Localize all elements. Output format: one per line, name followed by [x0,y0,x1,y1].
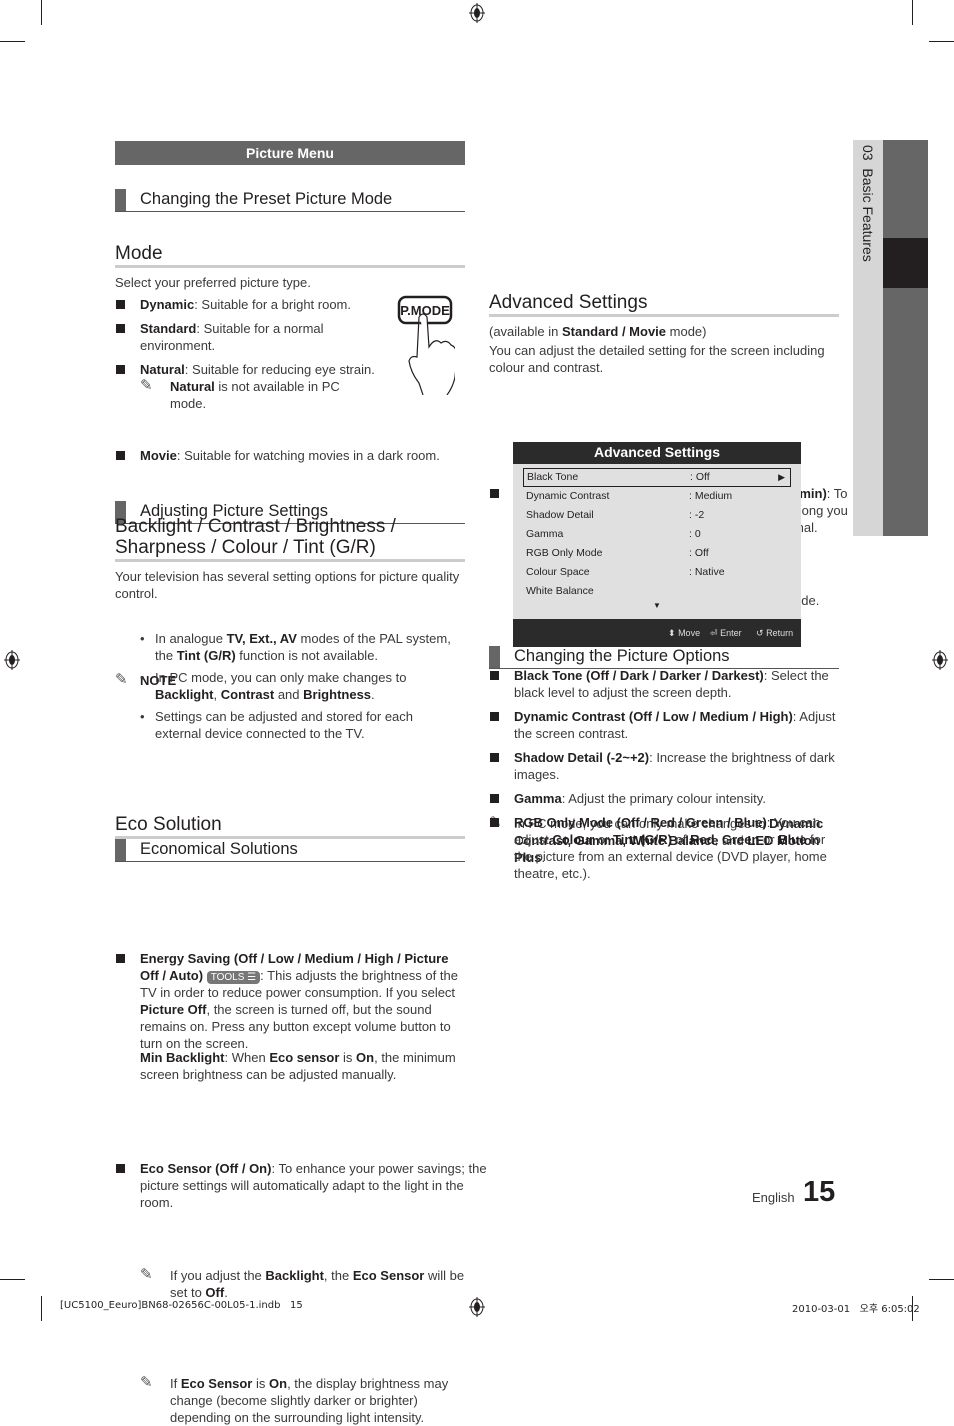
tools-button-badge: TOOLS ☰ [206,971,261,984]
arrow-right-icon: ▶ [778,472,785,482]
pencil-note-icon: ✎ [115,671,128,688]
list-item: Movie: Suitable for watching movies in a… [115,447,480,464]
move-hint: ⬍ Move [668,628,701,638]
subsection-heading: Economical Solutions [115,839,465,862]
list-item: Dynamic Contrast (Off / Low / Medium / H… [489,708,839,742]
crop-mark [41,0,42,25]
subsection-title: Economical Solutions [140,840,298,858]
subsection-heading: Changing the Preset Picture Mode [115,189,465,212]
subsection-title: Changing the Picture Options [514,647,730,665]
osd-title: Advanced Settings [593,444,721,460]
list-item: Natural: Suitable for reducing eye strai… [115,361,395,378]
min-backlight-text: Min Backlight: When Eco sensor is On, th… [140,1050,456,1082]
osd-row-black-tone[interactable]: Black Tone: Off ▶ [523,468,791,487]
up-down-arrow-icon: ⬍ [668,628,676,638]
slug-timestamp: 2010-03-01 오후 6:05:02 [792,1304,920,1315]
heading-advanced-settings: Advanced Settings [489,292,839,317]
list-item: Eco Sensor (Off / On): To enhance your p… [115,1160,490,1211]
pencil-note-icon: ✎ [140,377,153,394]
subsection-heading: Changing the Picture Options [489,646,839,669]
registration-mark-icon [932,650,948,670]
pencil-note-icon: ✎ [140,1266,153,1283]
crop-mark [0,41,25,42]
language-label: English [752,1190,795,1205]
note-item: • In PC mode, you can only make changes t… [140,670,407,702]
chapter-tab-band [883,140,928,536]
crop-mark [0,1279,25,1280]
osd-row[interactable]: Gamma: 0 [523,525,791,544]
osd-row[interactable]: White Balance [523,582,791,601]
list-item: RGB Only Mode (Off / Red / Green / Blue)… [489,814,839,882]
heading-marker [115,839,126,861]
list-item: Black Tone (Off / Dark / Darker / Darkes… [489,667,839,701]
heading-eco-solution: Eco Solution [115,814,465,839]
p-mode-button-illustration: P.MODE [397,295,458,396]
advanced-settings-osd: Advanced Settings Black Tone: Off ▶ Dynam… [513,442,801,647]
mode-intro: Select your preferred picture type. [115,275,311,290]
osd-list: Black Tone: Off ▶ Dynamic Contrast: Mediu… [513,464,801,619]
availability-text: (available in Standard / Movie mode) [489,324,707,339]
crop-mark [929,41,954,42]
list-item: Shadow Detail (-2~+2): Increase the brig… [489,749,839,783]
heading-mode: Mode [115,243,465,268]
note-item: • Settings can be adjusted and stored for… [140,709,414,741]
list-item: Standard: Suitable for a normal environm… [115,320,350,354]
crop-mark [41,1296,42,1321]
page-number: 15 [803,1176,836,1208]
note: ✎ If Eco Sensor is On, the display bright… [140,1374,449,1425]
return-icon: ↺ [756,628,764,638]
note: ✎ Natural is not available in PC mode. [140,377,340,411]
enter-hint: ⏎ Enter [710,628,742,638]
list-item: Dynamic: Suitable for a bright room. [115,296,395,313]
subsection-title: Changing the Preset Picture Mode [140,190,393,208]
note-item: • In analogue TV, Ext., AV modes of the P… [140,631,451,663]
pencil-note-icon: ✎ [140,1374,153,1391]
section-header-picture-menu: Picture Menu [115,141,465,165]
crop-mark [929,1279,954,1280]
osd-row[interactable]: Colour Space: Native [523,563,791,582]
chapter-tab-indicator [883,238,928,288]
osd-row[interactable]: RGB Only Mode: Off [523,544,791,563]
backlight-intro: Your television has several setting opti… [115,569,460,601]
heading-marker [115,189,126,211]
enter-icon: ⏎ [710,628,718,638]
osd-row[interactable]: Shadow Detail: -2 [523,506,791,525]
slug-filename: [UC5100_Eeuro]BN68-02656C-00L05-1.indb 1… [60,1300,303,1311]
registration-mark-icon [4,650,20,670]
list-item: Energy Saving (Off / Low / Medium / High… [115,950,465,1052]
advanced-intro: You can adjust the detailed setting for … [489,343,825,375]
osd-footer: ⬍ Move ⏎ Enter ↺ Return [513,619,801,647]
hand-pressing-button-icon: P.MODE [397,295,458,396]
osd-row[interactable]: Dynamic Contrast: Medium [523,487,791,506]
heading-marker [489,646,500,668]
registration-mark-icon [469,3,485,23]
heading-backlight: Backlight / Contrast / Brightness / Sharp… [115,516,465,562]
return-hint: ↺ Return [756,628,794,638]
chapter-tab-label: 03 Basic Features [860,145,876,262]
scroll-down-arrow-icon[interactable]: ▼ [653,601,661,610]
note: ✎ If you adjust the Backlight, the Eco Se… [140,1266,465,1300]
list-item: Gamma: Adjust the primary colour intensi… [489,790,839,807]
crop-mark [912,0,913,25]
